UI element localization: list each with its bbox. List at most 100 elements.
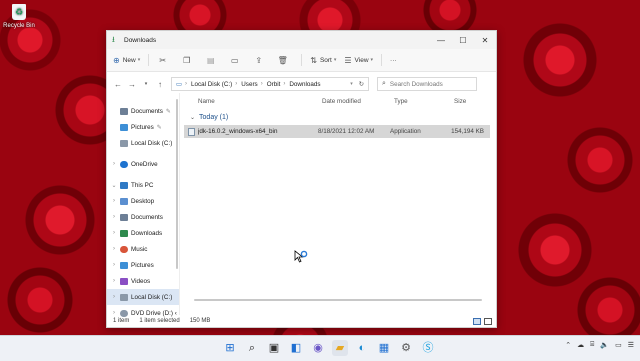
- chevron-up-icon[interactable]: ⌃: [565, 341, 571, 349]
- sidebar-item-local-disk-quick[interactable]: Local Disk (C:): [107, 135, 179, 151]
- sort-button[interactable]: ⇅ Sort ▾: [310, 56, 336, 65]
- address-dropdown-button[interactable]: ▾: [350, 81, 353, 87]
- window-title: Downloads: [124, 36, 157, 44]
- sidebar-item-documents[interactable]: › Documents: [107, 209, 179, 225]
- store-icon[interactable]: ▦: [376, 340, 392, 356]
- group-header-today[interactable]: ⌄ Today (1): [190, 114, 496, 121]
- navigation-scrollbar[interactable]: [176, 99, 178, 269]
- chat-icon[interactable]: ◉: [310, 340, 326, 356]
- share-button[interactable]: ⇪: [253, 56, 267, 65]
- copy-button[interactable]: ❐: [181, 56, 195, 65]
- sidebar-item-this-pc[interactable]: ⌄ This PC: [107, 177, 179, 193]
- toolbar-divider: [148, 54, 150, 66]
- chevron-right-icon[interactable]: ›: [110, 246, 118, 252]
- title-bar[interactable]: ⭳ Downloads — ☐ ✕: [107, 31, 496, 49]
- chevron-right-icon[interactable]: ›: [110, 278, 118, 284]
- minimize-button[interactable]: —: [430, 36, 452, 45]
- sidebar-item-videos[interactable]: › Videos: [107, 273, 179, 289]
- downloads-icon: ⭳: [112, 35, 115, 44]
- up-button[interactable]: ↑: [153, 80, 167, 89]
- file-list-pane: Name Date modified Type Size ⌄ Today (1)…: [180, 93, 496, 315]
- chevron-right-icon[interactable]: ›: [110, 262, 118, 268]
- pictures-icon: [120, 123, 128, 131]
- chevron-down-icon[interactable]: ⌄: [110, 182, 118, 189]
- chevron-right-icon[interactable]: ›: [110, 161, 118, 167]
- new-button[interactable]: ⊕ New ▾: [113, 56, 140, 65]
- onedrive-icon: [120, 160, 128, 168]
- sidebar-item-label: Desktop: [131, 197, 155, 205]
- more-options-button[interactable]: ···: [390, 57, 397, 64]
- music-icon: [120, 245, 128, 253]
- start-icon[interactable]: ⊞: [222, 340, 238, 356]
- widgets-icon[interactable]: ◧: [288, 340, 304, 356]
- cut-icon: ✂: [159, 55, 167, 65]
- battery-icon[interactable]: ▭: [615, 341, 622, 349]
- copy-icon: ❐: [183, 55, 191, 65]
- edge-icon[interactable]: ◐: [354, 340, 370, 356]
- onedrive-tray-icon[interactable]: ☁: [577, 341, 584, 349]
- delete-button[interactable]: 🗑: [277, 56, 291, 65]
- chevron-right-icon[interactable]: ›: [110, 294, 118, 300]
- sidebar-item-music[interactable]: › Music: [107, 241, 179, 257]
- skype-icon[interactable]: Ⓢ: [420, 340, 436, 356]
- recycle-bin-shortcut[interactable]: ♻ Recycle Bin: [2, 4, 36, 29]
- chevron-right-icon: ›: [283, 81, 286, 87]
- sidebar-item-pictures[interactable]: › Pictures: [107, 257, 179, 273]
- taskbar: ⊞ ⌕ ▣ ◧ ◉ ▰ ◐ ▦ ⚙ Ⓢ ⌃ ☁ ⌸ 🔈 ▭ ☰: [0, 335, 640, 361]
- rename-button[interactable]: ▭: [229, 56, 243, 65]
- details-view-button[interactable]: [473, 317, 481, 325]
- sidebar-item-label: Pictures: [131, 261, 154, 269]
- column-header-name[interactable]: Name: [198, 98, 322, 105]
- file-row[interactable]: jdk-16.0.2_windows-x64_bin 8/18/2021 12:…: [184, 125, 490, 138]
- this-pc-icon: ▭: [176, 80, 182, 88]
- sidebar-item-label: Documents: [131, 107, 163, 115]
- column-headers: Name Date modified Type Size: [180, 93, 496, 109]
- sidebar-item-onedrive[interactable]: › OneDrive: [107, 156, 179, 172]
- chevron-down-icon: ⌄: [190, 115, 196, 121]
- recent-locations-button[interactable]: ▾: [139, 81, 153, 87]
- group-label: Today (1): [199, 114, 229, 121]
- column-header-size[interactable]: Size: [454, 98, 484, 105]
- sidebar-item-pictures-quick[interactable]: Pictures ✎: [107, 119, 179, 135]
- forward-button[interactable]: →: [125, 80, 139, 89]
- sort-icon: ⇅: [310, 55, 317, 65]
- paste-button[interactable]: ▤: [205, 56, 219, 65]
- sidebar-item-label: Local Disk (C:): [131, 139, 173, 147]
- tiles-view-button[interactable]: [484, 317, 492, 325]
- breadcrumb-local-disk[interactable]: Local Disk (C:): [191, 81, 232, 88]
- chevron-right-icon[interactable]: ›: [110, 198, 118, 204]
- address-bar[interactable]: ▭ › Local Disk (C:) › Users › Orbit › Do…: [171, 77, 369, 91]
- task-view-icon[interactable]: ▣: [266, 340, 282, 356]
- breadcrumb-downloads[interactable]: Downloads: [289, 81, 320, 88]
- view-icon: ☰: [344, 55, 352, 65]
- back-button[interactable]: ←: [111, 80, 125, 89]
- sidebar-item-desktop[interactable]: › Desktop: [107, 193, 179, 209]
- cut-button[interactable]: ✂: [157, 56, 171, 65]
- view-label: View: [354, 56, 369, 64]
- column-header-date-modified[interactable]: Date modified: [322, 98, 394, 105]
- network-icon[interactable]: ⌸: [590, 341, 594, 349]
- sidebar-item-documents-quick[interactable]: Documents ✎: [107, 103, 179, 119]
- breadcrumb-orbit[interactable]: Orbit: [267, 81, 281, 88]
- documents-icon: [120, 213, 128, 221]
- file-type: Application: [390, 128, 421, 135]
- file-list-scrollbar[interactable]: [194, 299, 482, 301]
- close-button[interactable]: ✕: [474, 36, 496, 45]
- chevron-right-icon[interactable]: ›: [110, 214, 118, 220]
- settings-icon[interactable]: ⚙: [398, 340, 414, 356]
- explorer-body: Documents ✎ Pictures ✎ Local Disk (C:) ›…: [107, 93, 496, 317]
- column-header-type[interactable]: Type: [394, 98, 454, 105]
- sidebar-item-local-disk[interactable]: › Local Disk (C:): [107, 289, 179, 305]
- file-explorer-icon[interactable]: ▰: [332, 340, 348, 356]
- refresh-button[interactable]: ↻: [359, 81, 364, 88]
- sidebar-item-downloads[interactable]: › Downloads: [107, 225, 179, 241]
- notification-icon[interactable]: ☰: [628, 341, 634, 349]
- volume-icon[interactable]: 🔈: [600, 341, 609, 349]
- search-icon[interactable]: ⌕: [244, 340, 260, 356]
- chevron-right-icon: ›: [235, 81, 238, 87]
- view-button[interactable]: ☰ View ▾: [344, 56, 373, 65]
- search-input[interactable]: ⌕ Search Downloads: [377, 77, 477, 91]
- maximize-button[interactable]: ☐: [452, 36, 474, 45]
- chevron-right-icon[interactable]: ›: [110, 230, 118, 236]
- breadcrumb-users[interactable]: Users: [241, 81, 257, 88]
